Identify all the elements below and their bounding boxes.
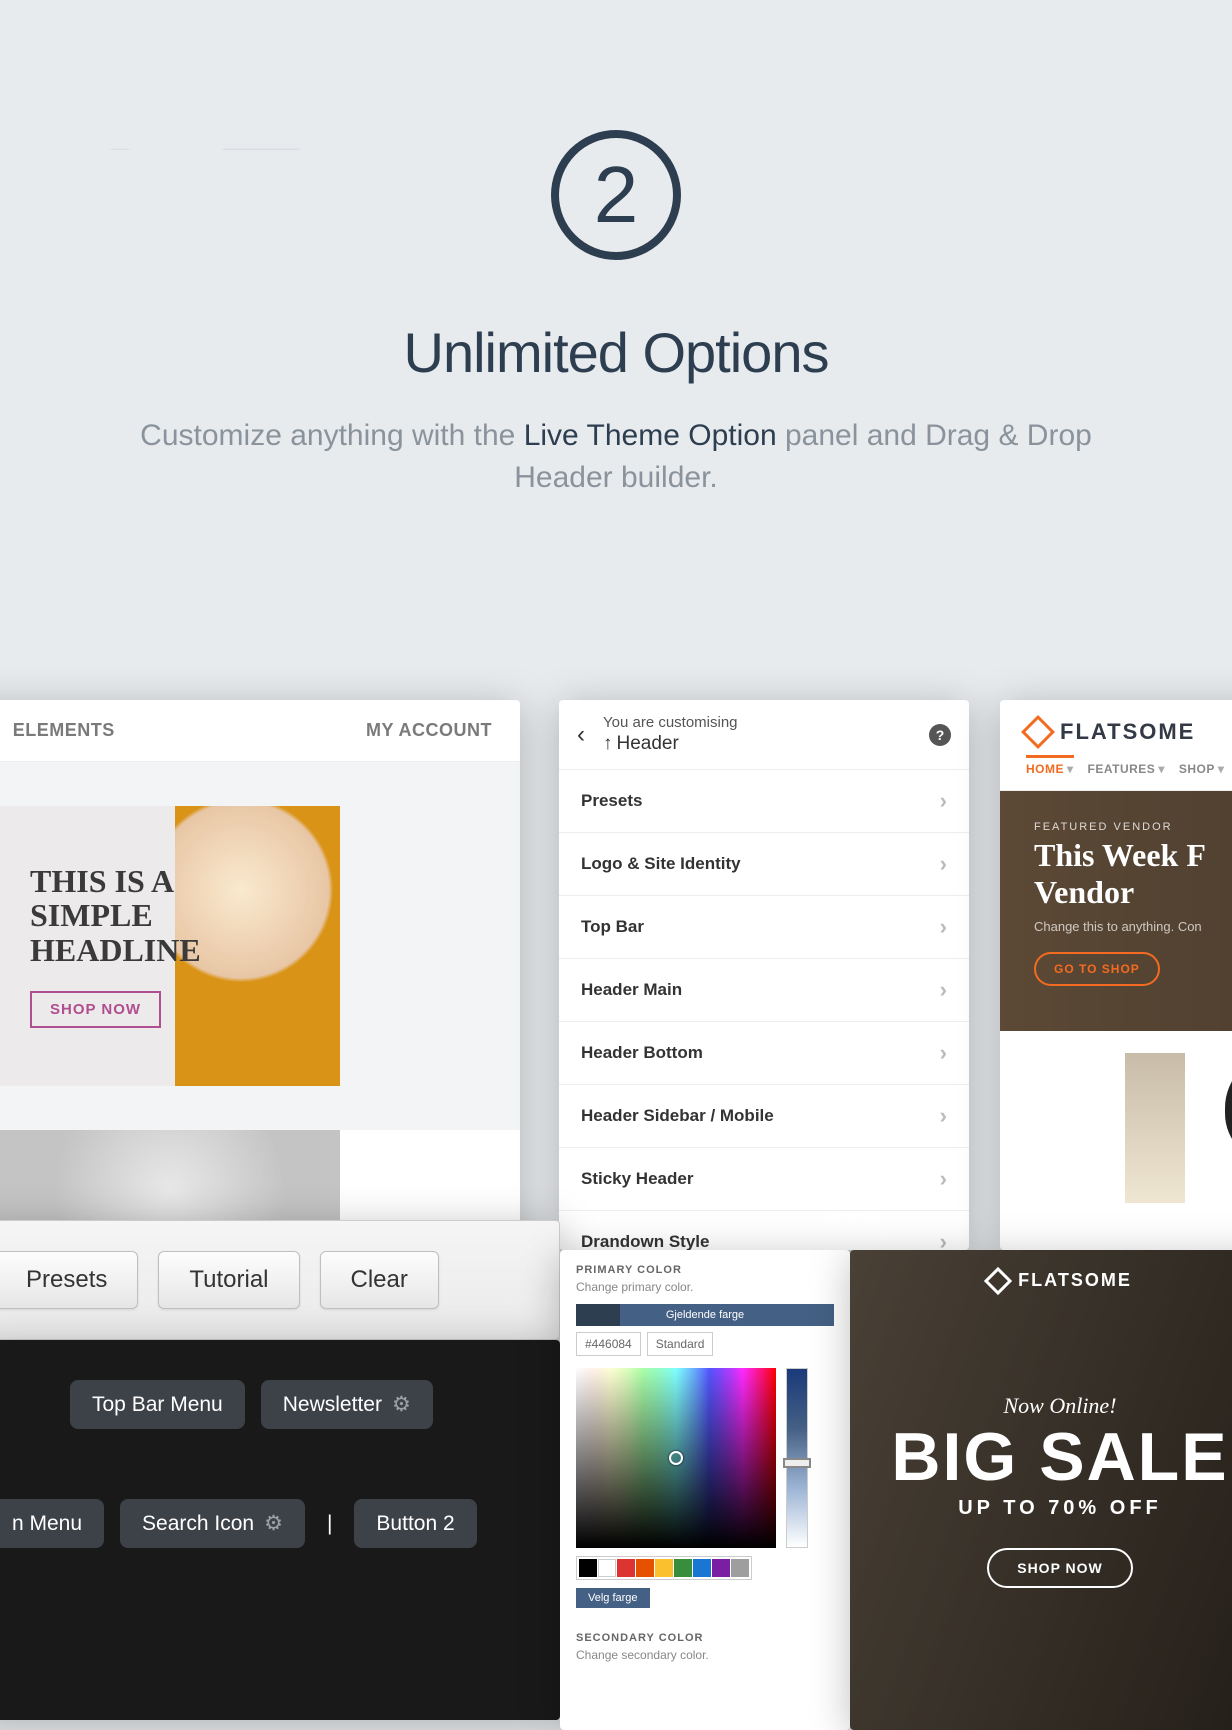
shop-now-button[interactable]: SHOP NOW (987, 1548, 1133, 1588)
color-spectrum[interactable] (576, 1368, 776, 1548)
chip-newsletter[interactable]: Newsletter⚙ (261, 1380, 433, 1429)
customiser-item-header-sidebar[interactable]: Header Sidebar / Mobile› (559, 1085, 969, 1148)
swatch[interactable] (712, 1559, 730, 1577)
now-online-text: Now Online! (1003, 1393, 1116, 1419)
swatch[interactable] (731, 1559, 749, 1577)
secondary-color-label: SECONDARY COLOR (576, 1632, 834, 1644)
chip-main-menu[interactable]: n Menu (0, 1499, 104, 1548)
hero-eyebrow: FEATURED VENDOR (1034, 821, 1232, 833)
chevron-right-icon: › (940, 1166, 947, 1192)
flatsome-logo: FLATSOME (850, 1270, 1232, 1291)
nav-elements[interactable]: ELEMENTS (13, 720, 115, 741)
help-icon[interactable]: ? (929, 724, 951, 746)
swatch-row (576, 1556, 752, 1580)
customiser-subtitle: You are customising (603, 714, 929, 731)
back-button[interactable]: ‹ (577, 721, 603, 749)
hue-slider[interactable] (786, 1368, 808, 1548)
go-to-shop-button[interactable]: GO TO SHOP (1034, 952, 1160, 986)
customiser-list: Presets› Logo & Site Identity› Top Bar› … (559, 770, 969, 1250)
preview-hero: FEATURED VENDOR This Week F Vendor Chang… (1000, 791, 1232, 1031)
product-area (1000, 1031, 1232, 1225)
big-sale-panel: FLATSOME Now Online! BIG SALE UP TO 70% … (850, 1250, 1232, 1730)
customiser-item-header-bottom[interactable]: Header Bottom› (559, 1022, 969, 1085)
presets-toolbar: Presets Tutorial Clear (0, 1220, 560, 1340)
primary-color-label: PRIMARY COLOR (576, 1264, 834, 1276)
secondary-color-desc: Change secondary color. (576, 1648, 834, 1662)
flatsome-logo: FLATSOME (1026, 719, 1195, 745)
banner-right: THIS IS A SIMPLE HEADLINE SHOP NOW (0, 806, 340, 1086)
hex-input[interactable]: #446084 (576, 1332, 641, 1356)
hue-thumb[interactable] (783, 1458, 811, 1468)
arrow-up-icon: ↑ (603, 733, 613, 755)
current-color-bar: Gjeldende farge (576, 1304, 834, 1326)
nav-shop[interactable]: SHOP ▾ (1179, 762, 1225, 776)
swatch[interactable] (579, 1559, 597, 1577)
color-picker-panel: PRIMARY COLOR Change primary color. Gjel… (560, 1250, 850, 1730)
chevron-right-icon: › (940, 1229, 947, 1250)
discount-text: UP TO 70% OFF (958, 1497, 1162, 1520)
chip-top-bar-menu[interactable]: Top Bar Menu (70, 1380, 245, 1429)
flatsome-preview-panel: FLATSOME Search HOME ▾ FEATURES ▾ SHOP ▾… (1000, 700, 1232, 1250)
hero-sub: Change this to anything. Con (1034, 919, 1232, 934)
customiser-item-dropdown[interactable]: Drandown Style› (559, 1211, 969, 1250)
customiser-panel: ‹ You are customising ↑ Header ? Presets… (559, 700, 969, 1250)
hero-title: Unlimited Options (0, 320, 1232, 385)
customiser-header: ‹ You are customising ↑ Header ? (559, 700, 969, 770)
hero-subtitle: Customize anything with the Live Theme O… (0, 415, 1232, 499)
chevron-right-icon: › (940, 851, 947, 877)
chevron-down-icon: ▾ (1158, 762, 1165, 776)
tutorial-button[interactable]: Tutorial (158, 1251, 299, 1309)
logo-mark-icon (984, 1266, 1012, 1294)
chevron-right-icon: › (940, 788, 947, 814)
customiser-item-header-main[interactable]: Header Main› (559, 959, 969, 1022)
preview-nav: HOME ▾ FEATURES ▾ SHOP ▾ PAGES ▾ (1000, 754, 1232, 791)
apply-color-button[interactable]: Velg farge (576, 1588, 650, 1608)
step-badge: 2 (551, 130, 681, 260)
arm-image (1125, 1053, 1185, 1203)
primary-color-desc: Change primary color. (576, 1280, 834, 1294)
ninja-figure (1225, 1053, 1232, 1163)
chip-search-icon[interactable]: Search Icon⚙ (120, 1499, 305, 1548)
swatch[interactable] (655, 1559, 673, 1577)
header-builder-panel: Top Bar Menu Newsletter⚙ n Menu Search I… (0, 1340, 560, 1720)
hero-headline: This Week F Vendor (1034, 837, 1232, 911)
swatch[interactable] (674, 1559, 692, 1577)
chevron-down-icon: ▾ (1067, 762, 1074, 776)
nav-home[interactable]: HOME ▾ (1026, 755, 1074, 776)
gear-icon: ⚙ (392, 1392, 411, 1417)
chip-separator: | (321, 1499, 338, 1548)
presets-button[interactable]: Presets (0, 1251, 138, 1309)
customiser-item-sticky[interactable]: Sticky Header› (559, 1148, 969, 1211)
chip-button-2[interactable]: Button 2 (354, 1499, 476, 1548)
big-sale-headline: BIG SALE (891, 1423, 1228, 1491)
swatch[interactable] (693, 1559, 711, 1577)
clear-button[interactable]: Clear (320, 1251, 439, 1309)
swatch[interactable] (617, 1559, 635, 1577)
swatch[interactable] (636, 1559, 654, 1577)
logo-mark-icon (1021, 715, 1055, 749)
gear-icon: ⚙ (264, 1511, 283, 1536)
customiser-item-logo[interactable]: Logo & Site Identity› (559, 833, 969, 896)
banner-headline: THIS IS A SIMPLE HEADLINE (30, 864, 310, 968)
swatch[interactable] (598, 1559, 616, 1577)
picker-ring[interactable] (669, 1451, 683, 1465)
chevron-right-icon: › (940, 977, 947, 1003)
customiser-item-presets[interactable]: Presets› (559, 770, 969, 833)
nav-my-account[interactable]: MY ACCOUNT (366, 720, 492, 741)
standard-button[interactable]: Standard (647, 1332, 714, 1356)
chevron-right-icon: › (940, 1103, 947, 1129)
customiser-title: ↑ Header (603, 733, 929, 755)
chevron-down-icon: ▾ (1218, 762, 1225, 776)
shop-now-button[interactable]: SHOP NOW (30, 991, 161, 1028)
nav-features[interactable]: FEATURES ▾ (1088, 762, 1165, 776)
customiser-item-topbar[interactable]: Top Bar› (559, 896, 969, 959)
chevron-right-icon: › (940, 914, 947, 940)
chevron-right-icon: › (940, 1040, 947, 1066)
